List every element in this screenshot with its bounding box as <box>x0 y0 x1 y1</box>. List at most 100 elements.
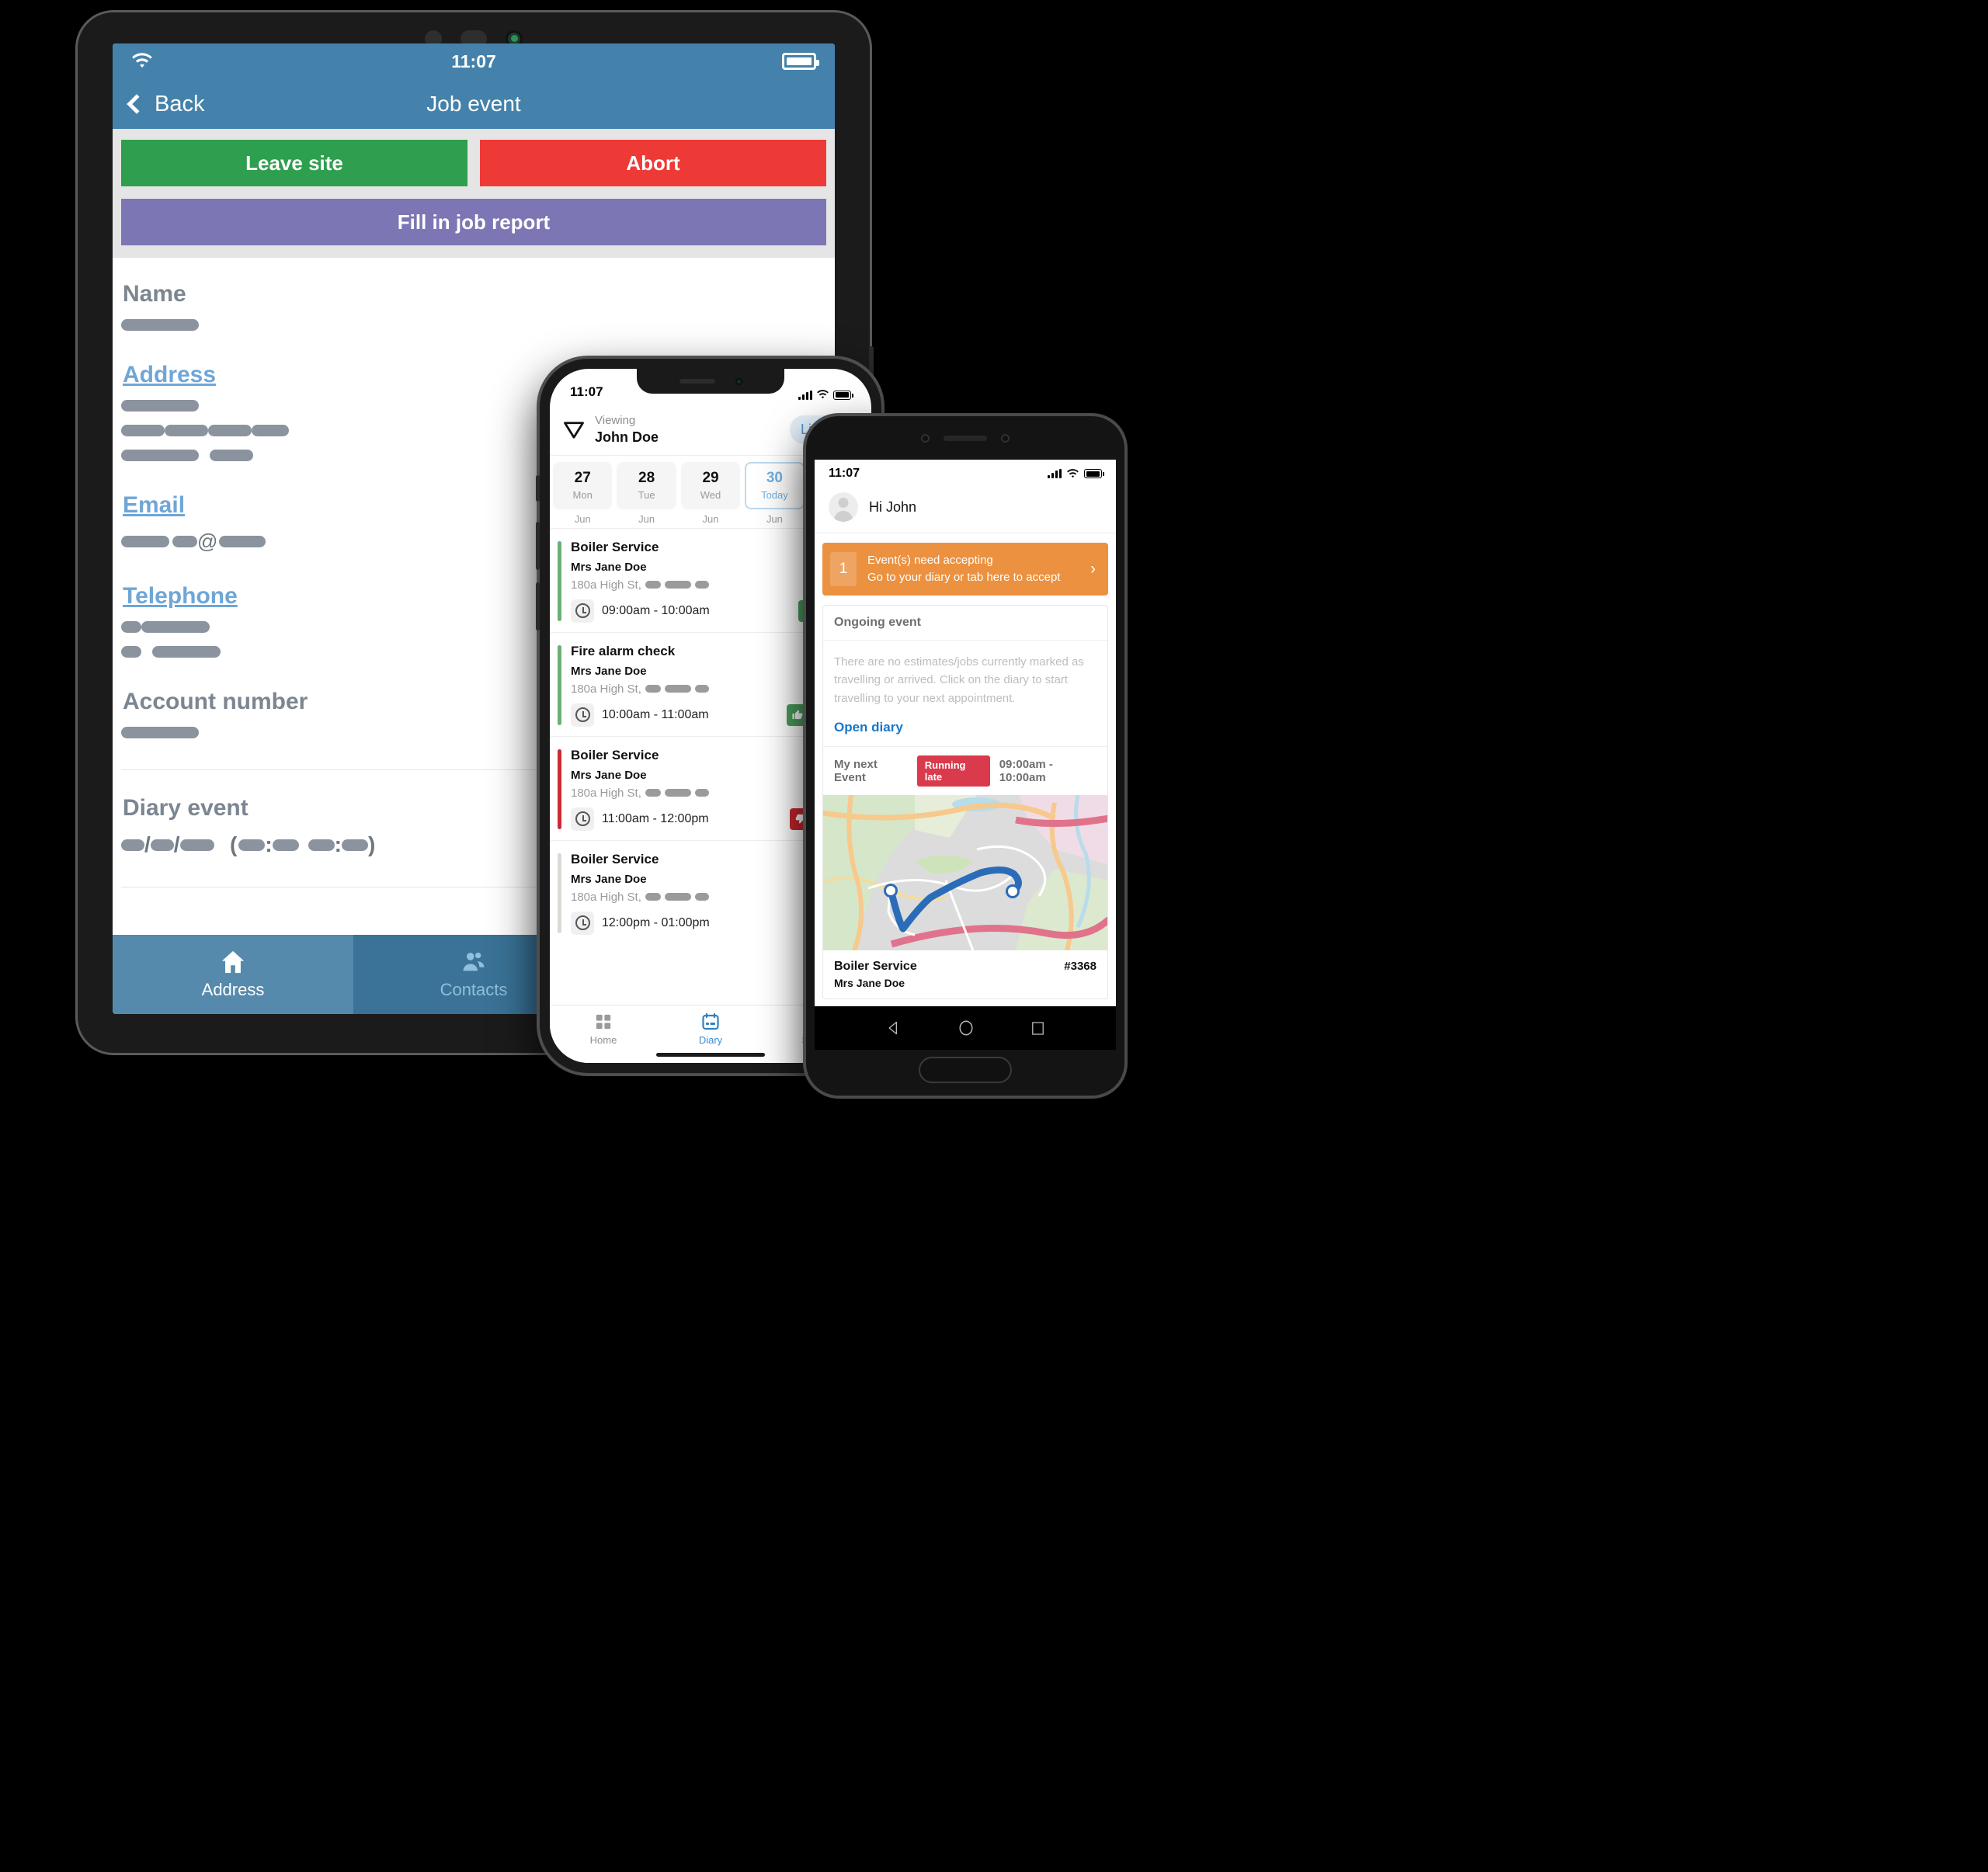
signal-bars-icon <box>1048 469 1062 478</box>
tab-home-label: Home <box>589 1034 617 1046</box>
job-summary-row[interactable]: Boiler Service #3368 <box>823 950 1107 977</box>
speaker-icon <box>679 379 715 384</box>
events-count-badge: 1 <box>830 552 857 586</box>
android-home-icon[interactable] <box>958 1019 975 1037</box>
home-indicator[interactable] <box>656 1053 765 1057</box>
tab-diary[interactable]: Diary <box>657 1012 764 1046</box>
date-cell-1[interactable]: 28 Tue Jun <box>617 462 676 525</box>
android-device: 11:07 Hi John 1 Event(s) need accepting … <box>806 416 1124 1096</box>
event-accent-bar <box>558 540 561 621</box>
date-number: 30 <box>766 470 783 487</box>
ongoing-event-message: There are no estimates/jobs currently ma… <box>834 655 1084 705</box>
contacts-icon <box>463 952 485 971</box>
open-diary-link[interactable]: Open diary <box>834 720 903 735</box>
volume-down-button[interactable] <box>536 582 540 630</box>
date-number: 29 <box>702 470 719 487</box>
date-dow: Wed <box>700 489 721 502</box>
slash-2: / <box>173 832 180 856</box>
android-recents-icon[interactable] <box>1030 1021 1045 1036</box>
avatar-icon[interactable] <box>829 492 858 522</box>
sensor-icon <box>1001 433 1010 443</box>
android-home-button[interactable] <box>919 1057 1012 1083</box>
iphone-clock: 11:07 <box>570 384 603 399</box>
date-number: 27 <box>574 470 591 487</box>
filter-funnel-icon[interactable] <box>562 420 586 440</box>
abort-button[interactable]: Abort <box>480 140 826 186</box>
camera-icon <box>735 377 742 385</box>
clock-icon <box>571 703 594 727</box>
event-address-prefix: 180a High St, <box>571 890 641 904</box>
date-number: 28 <box>638 470 655 487</box>
android-header: Hi John <box>815 488 1116 533</box>
date-month: Jun <box>638 512 655 525</box>
viewing-block: Viewing John Doe <box>595 414 659 446</box>
tab-home[interactable]: Home <box>550 1012 657 1046</box>
date-dow: Tue <box>638 489 655 502</box>
android-screen: 11:07 Hi John 1 Event(s) need accepting … <box>815 460 1116 1006</box>
event-time: 11:00am - 12:00pm <box>602 811 709 825</box>
fill-in-job-report-button[interactable]: Fill in job report <box>121 199 826 245</box>
at-symbol: @ <box>197 530 218 553</box>
battery-icon <box>782 53 819 70</box>
paren-close: ) <box>368 832 376 856</box>
date-month: Jun <box>766 512 783 525</box>
event-address-prefix: 180a High St, <box>571 786 641 800</box>
clock-icon <box>571 599 594 623</box>
date-cell-today[interactable]: 30 Today Jun <box>745 462 805 525</box>
tab-diary-label: Diary <box>698 1034 723 1046</box>
wifi-icon <box>1067 468 1079 478</box>
event-accent-bar <box>558 853 561 933</box>
tablet-action-panel: Leave site Abort Fill in job report <box>113 129 835 258</box>
signal-bars-icon <box>798 390 812 400</box>
battery-icon <box>833 390 853 400</box>
colon-1: : <box>265 832 273 856</box>
leave-site-button[interactable]: Leave site <box>121 140 467 186</box>
tab-contacts-label: Contacts <box>440 980 508 999</box>
running-late-badge[interactable]: Running late <box>916 755 990 787</box>
alert-subtitle: Go to your diary or tab here to accept <box>867 571 1061 584</box>
mute-switch[interactable] <box>536 475 540 502</box>
volume-up-button[interactable] <box>536 522 540 570</box>
tab-address-label: Address <box>201 980 265 999</box>
route-map[interactable] <box>823 794 1107 950</box>
android-back-icon[interactable] <box>886 1020 902 1036</box>
map-canvas <box>823 794 1107 950</box>
events-need-accepting-banner[interactable]: 1 Event(s) need accepting Go to your dia… <box>822 543 1108 596</box>
viewing-name: John Doe <box>595 429 659 445</box>
event-address-prefix: 180a High St, <box>571 682 641 696</box>
next-event-label: My next Event <box>834 757 878 784</box>
next-event-row: My next Event Running late 09:00am - 10:… <box>823 745 1107 795</box>
tab-address[interactable]: Address <box>113 935 353 1014</box>
front-camera-icon <box>921 433 930 443</box>
back-button[interactable]: Back <box>127 91 205 117</box>
android-clock: 11:07 <box>829 467 860 480</box>
event-time: 10:00am - 11:00am <box>602 707 709 721</box>
viewing-label: Viewing <box>595 414 636 427</box>
ongoing-event-card: Ongoing event There are no estimates/job… <box>822 605 1108 999</box>
greeting-text: Hi John <box>869 498 917 515</box>
job-number: #3368 <box>1064 960 1097 974</box>
slash-1: / <box>144 832 151 856</box>
ongoing-event-header: Ongoing event <box>823 606 1107 641</box>
event-accent-bar <box>558 644 561 725</box>
date-dow: Today <box>761 489 788 502</box>
date-month: Jun <box>702 512 719 525</box>
page-title: Job event <box>426 92 521 116</box>
home-icon <box>221 950 245 974</box>
tablet-nav-bar: Back Job event <box>113 79 835 129</box>
job-title: Boiler Service <box>834 959 917 973</box>
date-cell-2[interactable]: 29 Wed Jun <box>680 462 741 525</box>
date-dow: Mon <box>572 489 593 502</box>
android-navigation-bar <box>815 1006 1116 1050</box>
grid-icon <box>550 1012 657 1032</box>
speaker-icon <box>944 435 987 441</box>
chevron-right-icon: › <box>1090 560 1096 578</box>
event-time: 09:00am - 10:00am <box>602 603 710 617</box>
date-cell-0[interactable]: 27 Mon Jun <box>553 462 613 525</box>
back-button-label: Back <box>155 91 205 116</box>
colon-2: : <box>334 832 342 856</box>
clock-icon <box>571 911 594 935</box>
alert-title: Event(s) need accepting <box>867 554 993 568</box>
calendar-icon <box>657 1012 764 1032</box>
tablet-status-bar: 11:07 <box>113 43 835 79</box>
